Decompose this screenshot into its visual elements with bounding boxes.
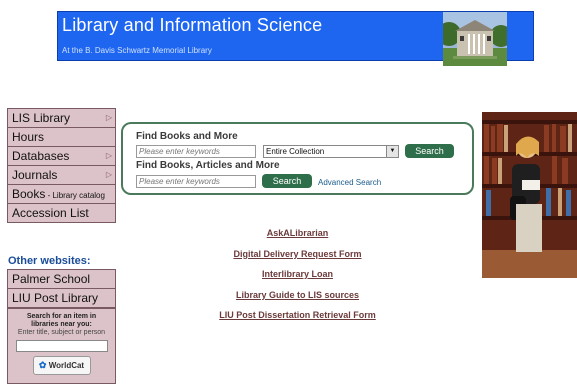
worldcat-logo-icon: ✿ [38,360,47,370]
nav-item-label: Journals [12,168,58,182]
nav-item-databases[interactable]: Databases ▷ [7,146,116,166]
articles-search-heading: Find Books, Articles and More [136,160,280,171]
articles-search-button[interactable]: Search [262,174,312,188]
other-websites-heading: Other websites: [8,255,91,267]
other-websites-nav: Palmer School LIU Post Library [7,269,116,308]
nav-item-label: LIS Library [12,111,71,125]
site-subtitle: At the B. Davis Schwartz Memorial Librar… [62,46,212,55]
worldcat-hint: Enter title, subject or person [17,329,106,336]
nav-item-lis-library[interactable]: LIS Library ▷ [7,108,116,128]
nav-item-sublabel: - Library catalog [45,191,105,200]
link-interlibrary-loan[interactable]: Interlibrary Loan [200,267,395,288]
link-ask-a-librarian[interactable]: AskALibrarian [200,226,395,247]
nav-item-label: Books [12,187,46,201]
books-search-heading: Find Books and More [136,131,238,142]
nav-item-hours[interactable]: Hours [7,127,116,147]
chevron-down-icon: ▼ [386,146,398,157]
link-digital-delivery[interactable]: Digital Delivery Request Form [200,247,395,268]
nav-item-books[interactable]: Books - Library catalog [7,184,116,204]
advanced-search-link[interactable]: Advanced Search [318,178,381,187]
nav-item-liu-post-library[interactable]: LIU Post Library [7,288,116,308]
quick-links: AskALibrarian Digital Delivery Request F… [200,226,395,329]
nav-item-label: Databases [12,149,70,163]
worldcat-intro: Search for an item in libraries near you… [8,313,115,329]
left-nav: LIS Library ▷ Hours Databases ▷ Journals… [7,108,116,223]
articles-keyword-input[interactable]: Please enter keywords [136,175,256,188]
nav-item-label: Hours [12,130,45,144]
nav-item-journals[interactable]: Journals ▷ [7,165,116,185]
header-banner: Library and Information Science At the B… [57,11,534,66]
search-panel: Find Books and More Please enter keyword… [121,122,474,195]
submenu-arrow-icon: ▷ [105,151,112,160]
worldcat-button[interactable]: ✿ WorldCat [32,356,91,375]
worldcat-search-input[interactable] [15,340,108,352]
nav-item-label: Accession List [12,206,89,220]
worldcat-button-label: WorldCat [48,361,85,370]
collection-select[interactable]: Entire Collection ▼ [263,145,399,158]
worldcat-intro-line2: libraries near you: [31,321,92,328]
site-title: Library and Information Science [62,15,323,35]
building-photo [443,12,507,66]
nav-item-palmer-school[interactable]: Palmer School [7,269,116,289]
collection-selected-value: Entire Collection [266,147,325,156]
submenu-arrow-icon: ▷ [105,170,112,179]
link-lis-sources-guide[interactable]: Library Guide to LIS sources [200,288,395,309]
worldcat-widget: Search for an item in libraries near you… [7,308,116,384]
worldcat-intro-line1: Search for an item in [26,313,97,320]
library-reader-photo [482,112,577,278]
submenu-arrow-icon: ▷ [105,113,112,122]
nav-item-accession-list[interactable]: Accession List [7,203,116,223]
link-dissertation-retrieval[interactable]: LIU Post Dissertation Retrieval Form [200,308,395,329]
books-search-button[interactable]: Search [405,144,454,158]
nav-item-label: LIU Post Library [12,291,99,305]
books-keyword-input[interactable]: Please enter keywords [136,145,256,158]
nav-item-label: Palmer School [12,272,91,286]
